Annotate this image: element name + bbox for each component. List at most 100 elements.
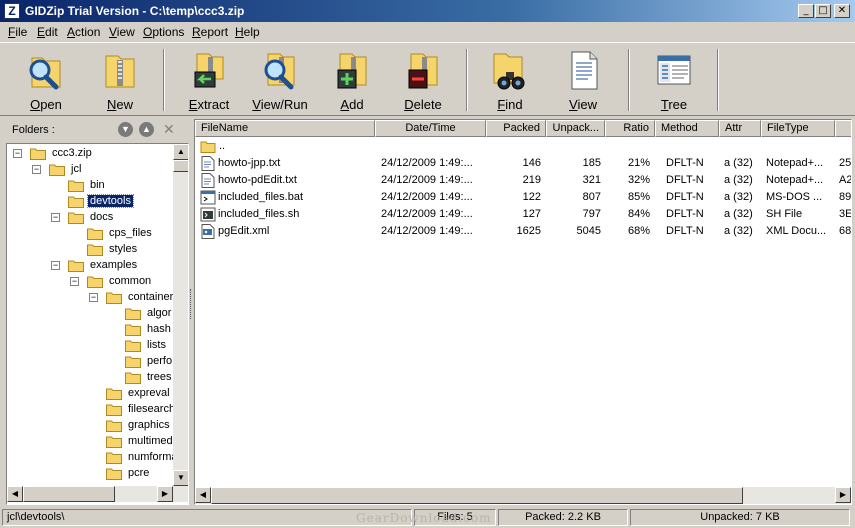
menu-action[interactable]: Action [67, 25, 100, 39]
menu-help[interactable]: Help [235, 25, 260, 39]
parent-folder-label: .. [219, 140, 226, 152]
column-packed[interactable]: Packed [486, 120, 546, 137]
menu-report[interactable]: Report [192, 25, 228, 39]
folder-icon [125, 324, 141, 336]
column-method[interactable]: Method [655, 120, 719, 137]
tree-horizontal-scrollbar[interactable]: ◀ ▶ [7, 486, 188, 502]
add-label: Add [340, 97, 364, 112]
view-button[interactable]: View [553, 45, 613, 115]
open-button[interactable]: Open [16, 45, 76, 115]
menu-options[interactable]: Options [143, 25, 184, 39]
folder-icon [68, 260, 84, 272]
arrow-down-icon[interactable]: ▼ [118, 122, 133, 137]
view-run-icon [264, 53, 295, 90]
view-run-button[interactable]: View/Run [248, 45, 312, 115]
file-row[interactable]: howto-pdEdit.txt 24/12/2009 1:49:... 219 32… [195, 172, 852, 189]
maximize-button[interactable]: □ [815, 4, 831, 18]
column-extra[interactable] [835, 120, 851, 137]
column-filename[interactable]: FileName [195, 120, 375, 137]
folder-up-icon [200, 141, 216, 153]
batch-file-icon [200, 190, 216, 205]
file-extra-cell: A2 [839, 174, 852, 186]
scroll-left-button[interactable]: ◀ [7, 486, 23, 502]
splitter-grip [190, 289, 192, 319]
close-pane-icon[interactable]: ✕ [163, 121, 175, 138]
view-run-label: View/Run [252, 97, 308, 112]
arrow-up-icon[interactable]: ▲ [139, 122, 154, 137]
close-button[interactable]: ✕ [834, 4, 850, 18]
menu-edit[interactable]: Edit [37, 25, 58, 39]
tree-node-label: container [128, 291, 173, 303]
file-extra-cell: 89 [839, 191, 852, 203]
file-type-cell: MS-DOS ... [766, 191, 823, 203]
tree-node-label: ccc3.zip [52, 147, 92, 159]
scroll-thumb[interactable] [23, 486, 115, 502]
menu-view[interactable]: View [109, 25, 135, 39]
tree-node-label: filesearch [128, 403, 173, 415]
scroll-up-button[interactable]: ▲ [173, 144, 188, 160]
tree-node-label: algor [147, 307, 172, 319]
file-packed-cell: 122 [522, 191, 541, 203]
column-unpacked[interactable]: Unpack... [546, 120, 605, 137]
menu-file[interactable]: File [8, 25, 27, 39]
file-unpacked-cell: 5045 [576, 225, 601, 237]
file-list: FileName Date/Time Packed Unpack... Rati… [194, 119, 852, 505]
collapse-icon[interactable]: − [70, 277, 79, 286]
tree-button[interactable]: Tree [644, 45, 704, 115]
file-type-cell: XML Docu... [766, 225, 827, 237]
collapse-icon[interactable]: − [51, 261, 60, 270]
delete-button[interactable]: Delete [393, 45, 453, 115]
column-attr[interactable]: Attr [719, 120, 761, 137]
file-row[interactable]: included_files.sh 24/12/2009 1:49:... 127 7… [195, 206, 852, 223]
file-extra-cell: 3E [839, 208, 852, 220]
column-datetime[interactable]: Date/Time [375, 120, 486, 137]
tree-node-label: bin [90, 179, 105, 191]
toolbar: Open New Extract View/Run Add Delete Fin… [0, 42, 855, 116]
delete-label: Delete [404, 97, 442, 112]
file-date-cell: 24/12/2009 1:49:... [381, 225, 473, 237]
column-ratio[interactable]: Ratio [605, 120, 655, 137]
collapse-icon[interactable]: − [51, 213, 60, 222]
file-ratio-cell: 84% [627, 208, 650, 220]
minimize-button[interactable]: _ [798, 4, 814, 18]
collapse-icon[interactable]: − [89, 293, 98, 302]
file-name-cell: howto-jpp.txt [218, 157, 281, 169]
column-filetype[interactable]: FileType [761, 120, 835, 137]
tree-node-label: perfo [147, 355, 173, 367]
folder-icon [125, 340, 141, 352]
file-unpacked-cell: 797 [582, 208, 601, 220]
add-button[interactable]: Add [322, 45, 382, 115]
file-unpacked-cell: 185 [582, 157, 601, 169]
file-date-cell: 24/12/2009 1:49:... [381, 208, 473, 220]
folder-icon [106, 388, 122, 400]
file-row[interactable]: howto-jpp.txt 24/12/2009 1:49:... 146 185 21… [195, 155, 851, 172]
parent-folder-row[interactable]: .. [195, 138, 851, 155]
file-row[interactable]: included_files.bat 24/12/2009 1:49:... 122… [195, 189, 852, 206]
scroll-right-button[interactable]: ▶ [157, 486, 173, 502]
file-row[interactable]: pgEdit.xml 24/12/2009 1:49:... 1625 5045 68%… [195, 223, 851, 240]
folder-icon [125, 308, 141, 320]
extract-button[interactable]: Extract [178, 45, 240, 115]
file-type-cell: Notepad+... [766, 174, 824, 186]
scroll-right-button[interactable]: ▶ [835, 487, 851, 503]
tree-node-label: docs [90, 211, 114, 223]
folder-icon [106, 468, 122, 480]
window-title: GIDZip Trial Version - C:\temp\ccc3.zip [25, 4, 245, 18]
scroll-thumb[interactable] [211, 487, 743, 504]
folder-icon [106, 436, 122, 448]
file-name-cell: included_files.bat [218, 191, 304, 203]
scroll-thumb[interactable] [173, 160, 188, 172]
new-button[interactable]: New [90, 45, 150, 115]
collapse-icon[interactable]: − [13, 149, 22, 158]
file-packed-cell: 127 [522, 208, 541, 220]
file-attr-cell: a (32) [724, 191, 753, 203]
find-button[interactable]: Find [480, 45, 540, 115]
toolbar-separator [466, 49, 468, 111]
file-method-cell: DFLT-N [666, 225, 704, 237]
filelist-horizontal-scrollbar[interactable]: ◀ ▶ [195, 487, 851, 504]
tree-vertical-scrollbar[interactable]: ▲ ▼ [173, 144, 188, 486]
scroll-down-button[interactable]: ▼ [173, 470, 188, 486]
collapse-icon[interactable]: − [32, 165, 41, 174]
tree-node-label: graphics [128, 419, 170, 431]
scroll-left-button[interactable]: ◀ [195, 487, 211, 503]
